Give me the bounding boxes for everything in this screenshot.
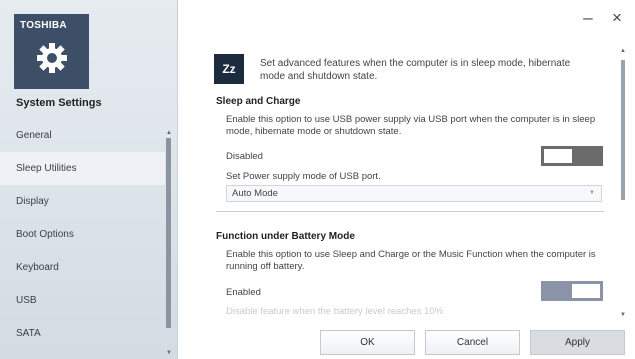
scroll-up-arrow-icon[interactable]: ▲ <box>619 48 627 54</box>
sidebar-item-sata[interactable]: SATA <box>0 317 165 350</box>
battery-mode-description: Enable this option to use Sleep and Char… <box>226 249 596 272</box>
supply-mode-value: Auto Mode <box>232 188 278 199</box>
system-settings-window: TOSHIBA System Settings General Sleep Ut… <box>0 0 635 359</box>
sidebar-item-boot-options[interactable]: Boot Options <box>0 218 165 251</box>
sleep-charge-description: Enable this option to use USB power supp… <box>226 114 596 137</box>
supply-mode-label: Set Power supply mode of USB port. <box>226 171 381 182</box>
sidebar: TOSHIBA System Settings General Sleep Ut… <box>0 0 178 359</box>
toggle-knob <box>544 149 572 163</box>
sidebar-scroll-thumb[interactable] <box>166 138 171 328</box>
sleep-zz-icon: Zz <box>214 54 244 84</box>
brand-logo-text: TOSHIBA <box>20 20 67 31</box>
battery-threshold-text: Disable feature when the battery level r… <box>226 306 444 317</box>
ok-button[interactable]: OK <box>320 330 415 355</box>
footer-bar: OK Cancel Apply <box>178 322 635 359</box>
sidebar-item-sleep-utilities[interactable]: Sleep Utilities <box>0 152 165 185</box>
toshiba-logo-tile: TOSHIBA <box>14 14 89 89</box>
scroll-up-arrow-icon[interactable]: ▲ <box>165 130 173 136</box>
sidebar-item-usb[interactable]: USB <box>0 284 165 317</box>
chevron-down-icon: ▼ <box>589 190 595 196</box>
toggle-knob <box>572 284 600 298</box>
intro-description: Set advanced features when the computer … <box>260 58 571 82</box>
sidebar-item-keyboard[interactable]: Keyboard <box>0 251 165 284</box>
battery-mode-toggle[interactable] <box>541 281 603 301</box>
sleep-charge-title: Sleep and Charge <box>216 96 301 107</box>
sidebar-scrollbar[interactable]: ▲ ▼ <box>165 130 173 358</box>
cancel-button[interactable]: Cancel <box>425 330 520 355</box>
sidebar-item-display[interactable]: Display <box>0 185 165 218</box>
main-content: Zz Set advanced features when the comput… <box>178 38 618 318</box>
sleep-charge-toggle[interactable] <box>541 146 603 166</box>
sidebar-title: System Settings <box>16 97 102 109</box>
section-divider <box>216 211 604 212</box>
sleep-charge-status-label: Disabled <box>226 151 263 162</box>
close-button[interactable]: × <box>607 8 627 28</box>
gear-icon <box>37 43 67 73</box>
scroll-down-arrow-icon[interactable]: ▼ <box>165 350 173 356</box>
main-scrollbar[interactable]: ▲ ▼ <box>619 48 627 318</box>
supply-mode-select[interactable]: Auto Mode ▼ <box>226 185 602 202</box>
sidebar-nav: General Sleep Utilities Display Boot Opt… <box>0 119 165 350</box>
minimize-button[interactable]: – <box>578 8 598 28</box>
main-scroll-thumb[interactable] <box>621 60 625 200</box>
apply-button[interactable]: Apply <box>530 330 625 355</box>
scroll-down-arrow-icon[interactable]: ▼ <box>619 312 627 318</box>
sidebar-item-general[interactable]: General <box>0 119 165 152</box>
battery-mode-status-label: Enabled <box>226 287 261 298</box>
battery-mode-title: Function under Battery Mode <box>216 231 355 242</box>
